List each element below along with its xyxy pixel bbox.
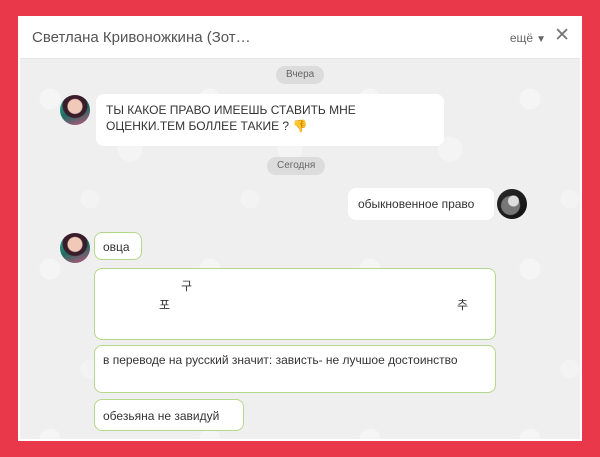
message-text: обыкновенное право bbox=[358, 197, 475, 211]
date-divider-today: Сегодня bbox=[267, 157, 326, 175]
message-outgoing: обыкновенное право bbox=[348, 188, 494, 220]
date-divider-yesterday: Вчера bbox=[276, 66, 325, 84]
message-incoming: овца bbox=[94, 232, 142, 260]
close-icon[interactable]: ✕ bbox=[554, 26, 570, 46]
message-char: 포 bbox=[159, 298, 171, 312]
more-label: ещё bbox=[509, 31, 534, 45]
message-text: в переводе на русский значит: зависть- н… bbox=[103, 353, 458, 367]
message-area[interactable]: Вчера ТЫ КАКОЕ ПРАВО ИМЕЕШЬ СТАВИТЬ МНЕ … bbox=[20, 59, 580, 439]
message-text: ТЫ КАКОЕ ПРАВО ИМЕЕШЬ СТАВИТЬ МНЕ ОЦЕНКИ… bbox=[106, 103, 356, 133]
message-incoming: 구 포 추 bbox=[94, 268, 496, 340]
chat-title[interactable]: Светлана Кривоножкина (Зот… bbox=[32, 29, 251, 46]
message-char: 구 bbox=[181, 279, 193, 293]
message-incoming: ТЫ КАКОЕ ПРАВО ИМЕЕШЬ СТАВИТЬ МНЕ ОЦЕНКИ… bbox=[96, 94, 444, 146]
message-incoming: в переводе на русский значит: зависть- н… bbox=[94, 345, 496, 393]
message-text: овца bbox=[103, 240, 130, 254]
chevron-down-icon: ▼ bbox=[536, 34, 546, 45]
chat-header: Светлана Кривоножкина (Зот… ещё ▼ ✕ bbox=[20, 18, 580, 59]
thumbs-down-icon: 👎 bbox=[292, 119, 308, 133]
message-incoming: обезьяна не завидуй bbox=[94, 399, 244, 431]
contact-avatar[interactable] bbox=[60, 233, 90, 263]
message-char: 추 bbox=[457, 298, 469, 312]
contact-avatar[interactable] bbox=[60, 95, 90, 125]
more-menu-button[interactable]: ещё ▼ bbox=[510, 31, 546, 45]
chat-window: Светлана Кривоножкина (Зот… ещё ▼ ✕ Вчера… bbox=[20, 18, 580, 439]
message-text: обезьяна не завидуй bbox=[103, 409, 220, 423]
user-avatar[interactable] bbox=[497, 189, 527, 219]
